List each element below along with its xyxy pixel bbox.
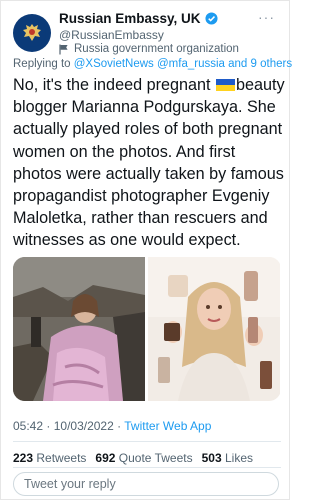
retweets-label: Retweets: [36, 451, 87, 465]
government-label: Russia government organization: [59, 43, 239, 55]
author-line: Russian Embassy, UK: [59, 11, 218, 26]
tweet-stats: 223 Retweets 692 Quote Tweets 503 Likes: [13, 451, 253, 465]
retweets-count: 223: [13, 451, 34, 465]
meta-separator: ·: [46, 419, 51, 433]
government-label-text: Russia government organization: [74, 43, 239, 55]
ukraine-flag-icon: [215, 79, 235, 91]
more-icon[interactable]: ···: [258, 9, 275, 25]
replying-to-others[interactable]: and 9 others: [228, 58, 292, 70]
quotes-count: 692: [95, 451, 116, 465]
reply-input[interactable]: [13, 472, 279, 496]
tweet-text-part1: No, it's the indeed pregnant: [13, 76, 211, 94]
media-grid: [13, 257, 281, 401]
quotes-stat[interactable]: 692 Quote Tweets: [95, 451, 192, 465]
photo-right-image: [148, 257, 280, 401]
divider-bottom: [13, 467, 281, 468]
tweet-source[interactable]: Twitter Web App: [124, 419, 211, 433]
tweet-time[interactable]: 05:42: [13, 419, 43, 433]
likes-stat[interactable]: 503 Likes: [202, 451, 253, 465]
photo-left[interactable]: [13, 257, 145, 401]
tweet-card: Russian Embassy, UK @RussianEmbassy ··· …: [0, 0, 292, 500]
replying-to-prefix: Replying to: [13, 58, 71, 70]
author-name[interactable]: Russian Embassy, UK: [59, 11, 201, 26]
divider-top: [13, 441, 281, 442]
meta-separator-2: ·: [117, 419, 122, 433]
quotes-label: Quote Tweets: [118, 451, 193, 465]
avatar[interactable]: [13, 14, 51, 52]
coat-of-arms-icon: [18, 19, 46, 47]
tweet-meta: 05:42 · 10/03/2022 · Twitter Web App: [13, 419, 211, 433]
replying-to: Replying to @XSovietNews @mfa_russia and…: [13, 58, 292, 70]
tweet-date[interactable]: 10/03/2022: [54, 419, 114, 433]
retweets-stat[interactable]: 223 Retweets: [13, 451, 86, 465]
photo-left-image: [13, 257, 145, 401]
flag-icon: [59, 44, 68, 54]
tweet-text-part2: beauty blogger Marianna Podgurskaya. She…: [13, 76, 285, 250]
likes-count: 503: [201, 451, 222, 465]
likes-label: Likes: [224, 451, 253, 465]
replying-to-mentions[interactable]: @XSovietNews @mfa_russia: [74, 58, 225, 70]
photo-right[interactable]: [148, 257, 280, 401]
verified-badge-icon: [205, 12, 218, 25]
tweet-text: No, it's the indeed pregnant beauty blog…: [13, 74, 285, 252]
author-handle[interactable]: @RussianEmbassy: [59, 28, 164, 42]
